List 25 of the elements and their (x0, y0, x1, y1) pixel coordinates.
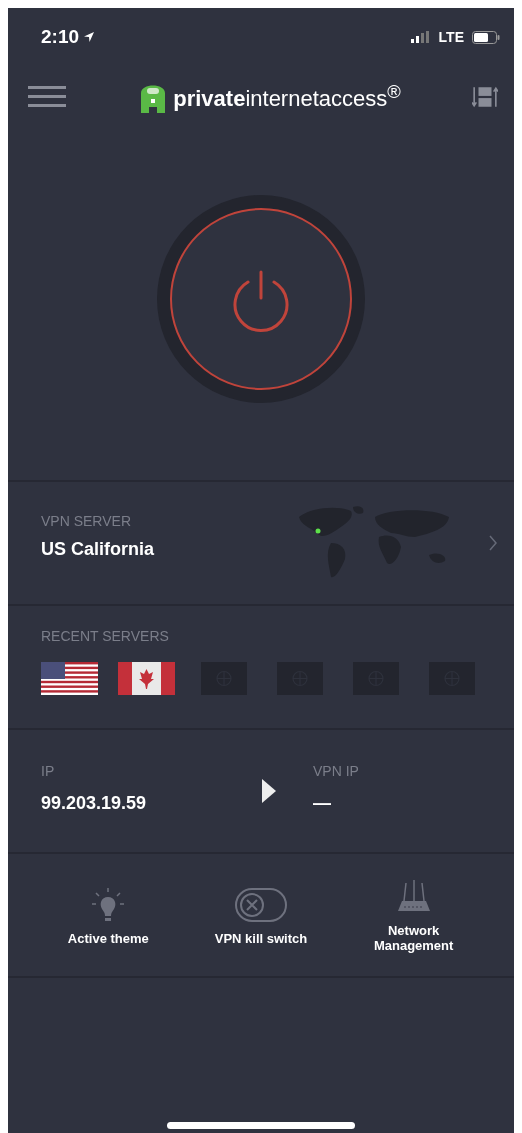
switch-icon (235, 887, 287, 922)
status-time: 2:10 (41, 26, 80, 48)
recent-servers-label: RECENT SERVERS (41, 628, 170, 644)
network-button[interactable]: Network Management (348, 877, 479, 953)
brand-wordmark: privateinternetaccess$^{®}$ (173, 81, 401, 113)
us-flag-button[interactable] (41, 662, 98, 695)
ip-label: IP (41, 762, 56, 779)
vpn-server-label: VPN SERVER (41, 512, 132, 529)
vpn-ip-address: — (313, 792, 332, 814)
canada-flag-button[interactable] (118, 662, 175, 695)
chevron-right-icon (488, 534, 498, 552)
ip-address: 99.203.19.59 (41, 792, 148, 814)
power-button[interactable] (156, 194, 366, 404)
vpn-server-row[interactable]: VPN SERVER US California (8, 480, 514, 604)
location-arrow-icon (83, 31, 96, 43)
signal-icon (410, 31, 431, 43)
battery-icon (472, 30, 500, 44)
menu-button[interactable] (28, 85, 66, 109)
vpn-ip-label: VPN IP (313, 762, 359, 779)
theme-button[interactable]: Active theme (43, 884, 174, 946)
vpn-server-name: US California (41, 538, 156, 560)
server-switch-button[interactable] (472, 84, 498, 110)
kill-switch-toggle[interactable]: VPN kill switch (196, 884, 326, 946)
arrow-right-icon (261, 778, 277, 804)
network-label: LTE (438, 29, 464, 45)
